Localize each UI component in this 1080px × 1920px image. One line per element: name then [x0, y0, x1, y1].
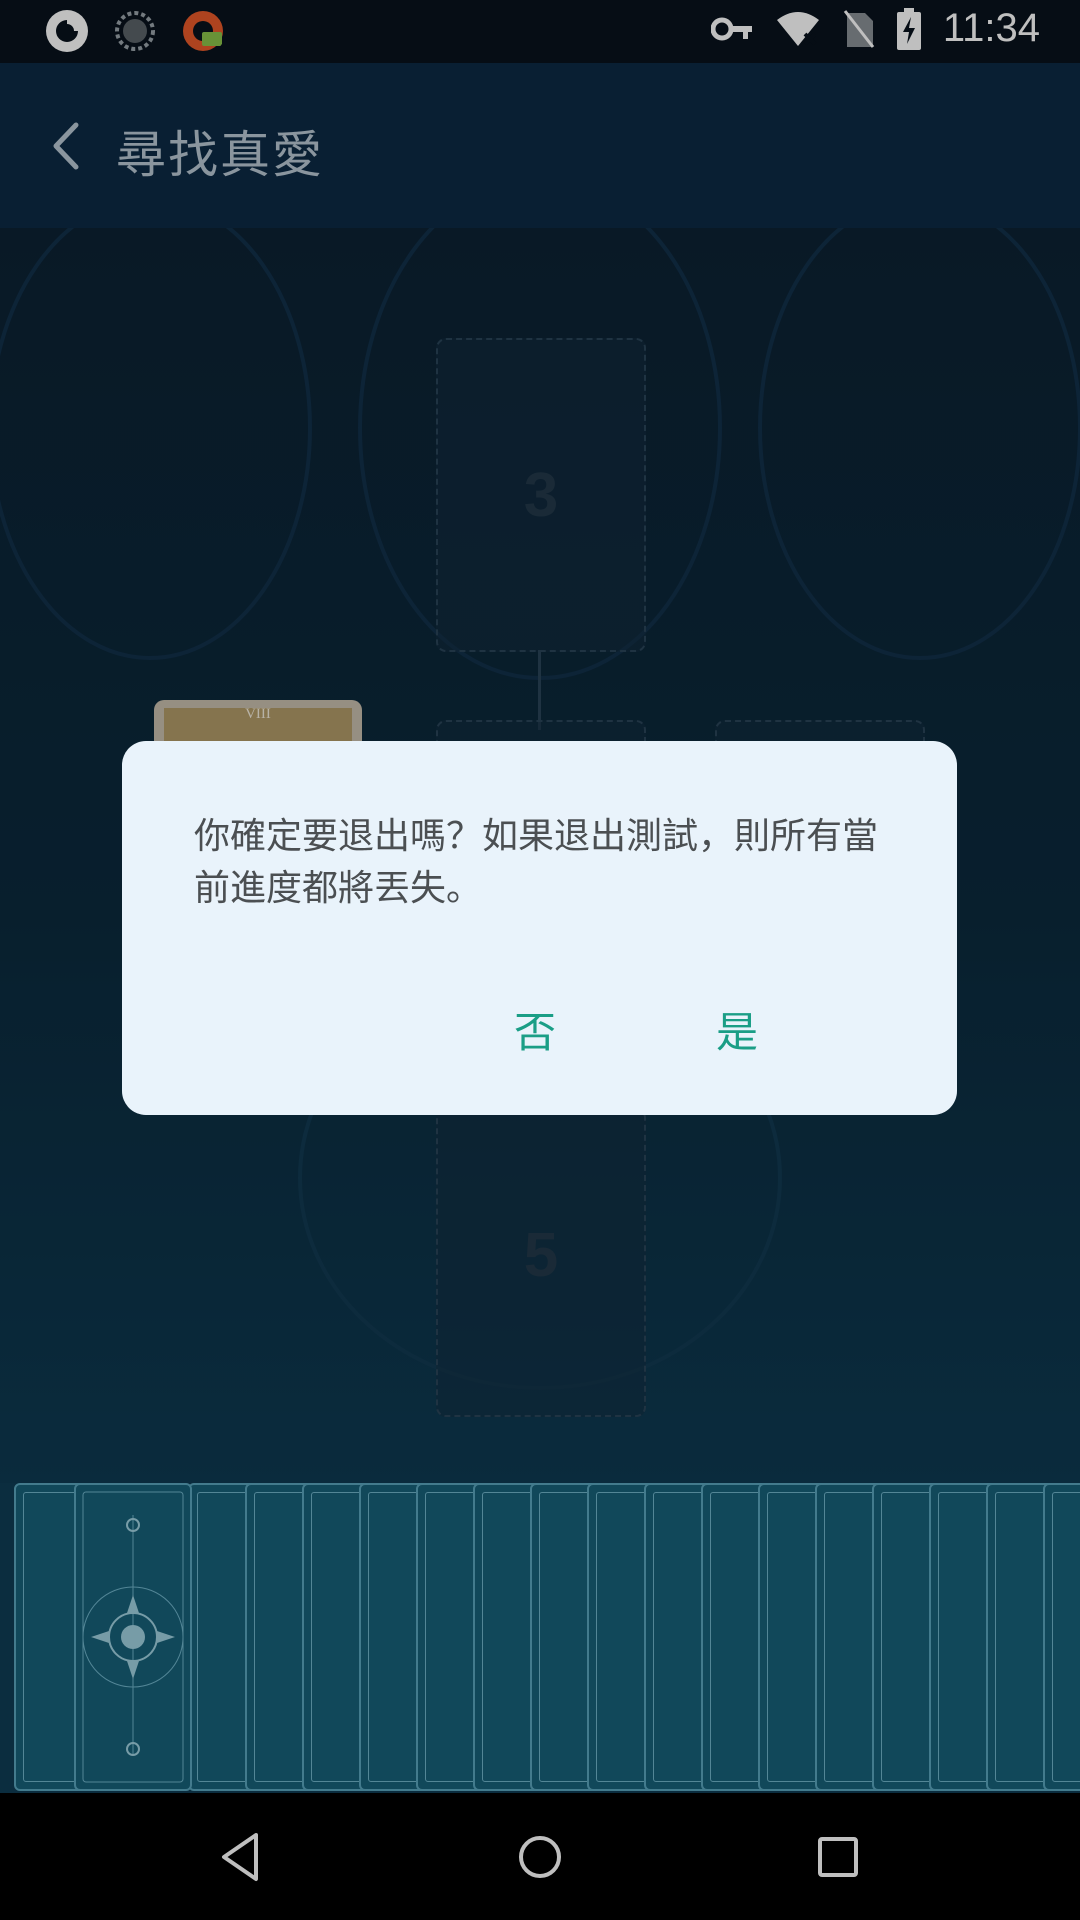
exit-confirmation-dialog: 你確定要退出嗎？如果退出測試，則所有當前進度都將丟失。 否 是 [122, 741, 957, 1115]
dialog-message: 你確定要退出嗎？如果退出測試，則所有當前進度都將丟失。 [194, 816, 879, 909]
no-button[interactable]: 否 [514, 999, 556, 1060]
yes-button[interactable]: 是 [716, 999, 758, 1060]
